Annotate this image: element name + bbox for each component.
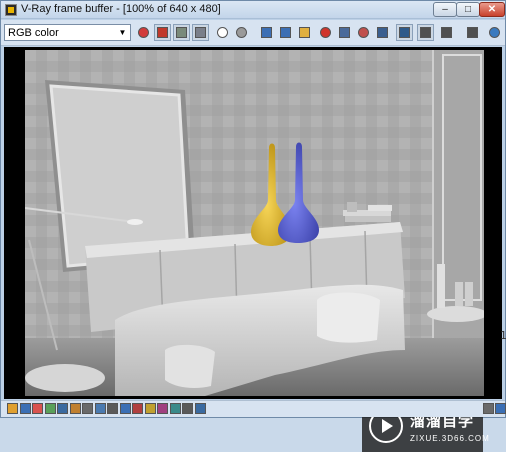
render-scene bbox=[25, 50, 484, 396]
mono-gray-button[interactable] bbox=[233, 24, 250, 41]
levels-icon bbox=[420, 27, 431, 38]
vray-app-icon bbox=[5, 4, 17, 16]
channel-select-value: RGB color bbox=[8, 26, 59, 39]
settings-icon[interactable] bbox=[495, 403, 506, 414]
open-folder-icon bbox=[299, 27, 310, 38]
close-icon: ✕ bbox=[487, 3, 497, 15]
blue-channel-button[interactable] bbox=[192, 24, 209, 41]
duplicate-icon bbox=[339, 27, 350, 38]
rendered-image[interactable] bbox=[25, 50, 484, 396]
restore-button[interactable] bbox=[486, 24, 503, 41]
link-icon bbox=[441, 27, 452, 38]
title-bar[interactable]: V-Ray frame buffer - [100% of 640 x 480]… bbox=[1, 1, 505, 19]
color-balance-icon[interactable] bbox=[32, 403, 43, 414]
watermark-url: ZIXUE.3D66.COM bbox=[410, 433, 490, 443]
lut-icon[interactable] bbox=[169, 403, 181, 414]
srgb-icon[interactable] bbox=[144, 403, 156, 414]
alpha-white-button[interactable] bbox=[214, 24, 231, 41]
pixel-aspect-icon[interactable] bbox=[182, 403, 193, 414]
minimize-icon: – bbox=[442, 3, 448, 15]
channel-select[interactable]: RGB color ▼ bbox=[4, 24, 131, 41]
history-icon[interactable] bbox=[132, 403, 143, 414]
save-all-icon bbox=[280, 27, 291, 38]
close-button[interactable]: ✕ bbox=[479, 2, 505, 17]
blue-channel-icon bbox=[195, 27, 206, 38]
vfb-window: V-Ray frame buffer - [100% of 640 x 480]… bbox=[0, 0, 506, 452]
white-balance-icon[interactable] bbox=[82, 403, 93, 414]
lens-effects-icon[interactable] bbox=[7, 403, 18, 414]
track-mouse-button[interactable] bbox=[355, 24, 372, 41]
show-correction-button[interactable] bbox=[396, 24, 413, 41]
save-button[interactable] bbox=[258, 24, 275, 41]
link-button[interactable] bbox=[438, 24, 455, 41]
bottom-toolbar bbox=[1, 400, 506, 417]
green-channel-button[interactable] bbox=[173, 24, 190, 41]
side-text: 1 bbox=[500, 329, 506, 342]
print-button[interactable] bbox=[464, 24, 481, 41]
alpha-white-icon bbox=[217, 27, 228, 38]
color-wheel-button[interactable] bbox=[135, 24, 152, 41]
open-folder-button[interactable] bbox=[296, 24, 313, 41]
curves-icon[interactable] bbox=[44, 403, 56, 414]
clear-button[interactable] bbox=[317, 24, 334, 41]
window-title: V-Ray frame buffer - [100% of 640 x 480] bbox=[21, 3, 221, 15]
zoom-icon[interactable] bbox=[194, 403, 206, 414]
green-channel-icon bbox=[176, 27, 187, 38]
restore-icon bbox=[489, 27, 500, 38]
stop-icon[interactable] bbox=[483, 403, 494, 414]
region-render-button[interactable] bbox=[374, 24, 391, 41]
maximize-button[interactable]: □ bbox=[456, 2, 480, 17]
show-correction-icon bbox=[399, 27, 410, 38]
duplicate-button[interactable] bbox=[336, 24, 353, 41]
mono-gray-icon bbox=[236, 27, 247, 38]
histogram-icon[interactable] bbox=[57, 403, 68, 414]
clear-icon bbox=[320, 27, 331, 38]
levels-button[interactable] bbox=[417, 24, 434, 41]
ab-compare-icon[interactable] bbox=[119, 403, 131, 414]
frame-area: 溜溜自学 ZIXUE.3D66.COM bbox=[4, 47, 502, 452]
chevron-down-icon: ▼ bbox=[118, 28, 127, 37]
maximize-icon: □ bbox=[464, 3, 472, 15]
minimize-button[interactable]: – bbox=[433, 2, 457, 17]
stamp-icon[interactable] bbox=[94, 403, 106, 414]
info-icon[interactable] bbox=[19, 403, 31, 414]
track-mouse-icon bbox=[358, 27, 369, 38]
exposure-icon[interactable] bbox=[69, 403, 81, 414]
red-channel-icon bbox=[157, 27, 168, 38]
print-icon bbox=[467, 27, 478, 38]
save-icon bbox=[261, 27, 272, 38]
toolbar: RGB color ▼ bbox=[1, 20, 505, 46]
red-channel-button[interactable] bbox=[154, 24, 171, 41]
color-wheel-icon bbox=[138, 27, 149, 38]
region-render-icon bbox=[377, 27, 388, 38]
compare-icon[interactable] bbox=[107, 403, 118, 414]
save-all-button[interactable] bbox=[277, 24, 294, 41]
ocio-icon[interactable] bbox=[157, 403, 168, 414]
